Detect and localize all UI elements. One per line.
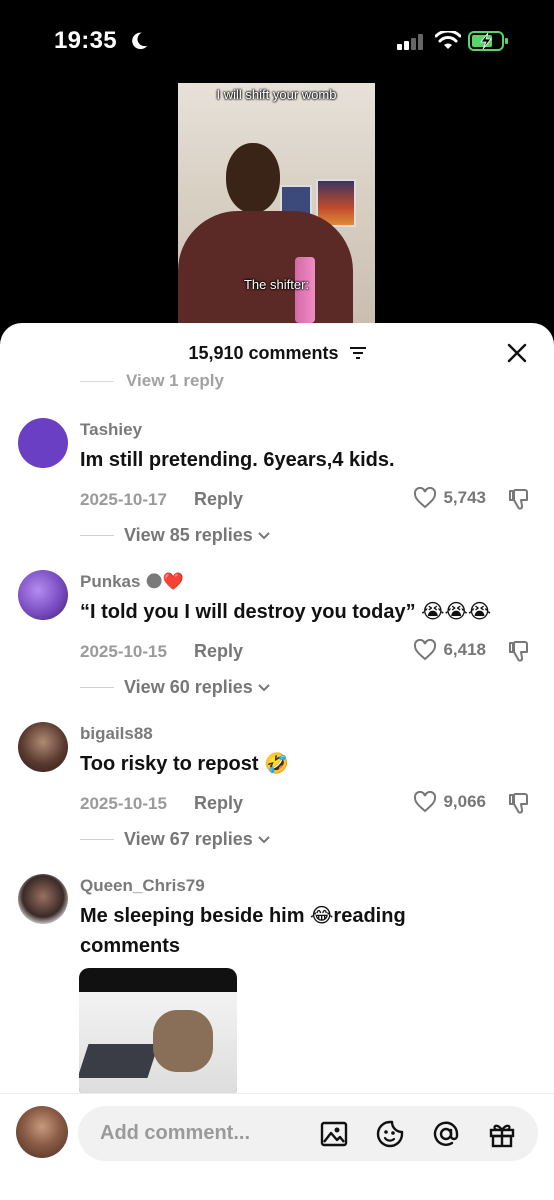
monkey bbox=[153, 1010, 213, 1072]
heart-icon bbox=[414, 791, 437, 813]
like-count: 9,066 bbox=[443, 792, 486, 811]
comment-username[interactable]: Tashiey bbox=[80, 420, 142, 440]
view-replies-label: View 60 replies bbox=[124, 677, 253, 697]
heart-icon bbox=[414, 487, 437, 509]
comment-input-pill[interactable] bbox=[78, 1106, 538, 1161]
view-replies-label: View 67 replies bbox=[124, 829, 253, 849]
video-caption-top: I will shift your womb bbox=[216, 87, 337, 102]
moon-icon bbox=[132, 32, 148, 50]
close-icon[interactable] bbox=[506, 342, 528, 364]
reply-button[interactable]: Reply bbox=[194, 489, 243, 510]
comment-username[interactable]: bigails88 bbox=[80, 724, 153, 744]
signal-icon bbox=[397, 34, 423, 50]
dislike-icon[interactable] bbox=[508, 487, 532, 511]
view-replies-button[interactable]: View 67 replies bbox=[80, 829, 270, 850]
comments-count-label: 15,910 comments bbox=[188, 343, 339, 363]
chevron-down-icon bbox=[258, 835, 270, 843]
comment-username[interactable]: Queen_Chris79 bbox=[80, 876, 205, 896]
image-icon[interactable] bbox=[320, 1120, 348, 1148]
comment-text: Too risky to repost 🤣 bbox=[80, 753, 290, 775]
avatar[interactable] bbox=[18, 874, 68, 924]
avatar[interactable] bbox=[18, 722, 68, 772]
view-replies-label: View 85 replies bbox=[124, 525, 253, 545]
heart-icon bbox=[414, 639, 437, 661]
emoji-icon[interactable] bbox=[376, 1120, 404, 1148]
status-time: 19:35 bbox=[54, 27, 117, 54]
view-replies-button[interactable]: View 85 replies bbox=[80, 525, 270, 546]
comment-text: Me sleeping beside him 😂reading comments bbox=[80, 905, 406, 957]
divider bbox=[80, 381, 114, 383]
avatar[interactable] bbox=[16, 1106, 68, 1158]
comment-date: 2025-10-15 bbox=[80, 794, 167, 813]
divider bbox=[80, 687, 114, 688]
comment-text: Im still pretending. 6years,4 kids. bbox=[80, 449, 395, 471]
laptop bbox=[79, 1044, 159, 1078]
wifi-icon bbox=[435, 31, 461, 49]
avatar[interactable] bbox=[18, 570, 68, 620]
dislike-icon[interactable] bbox=[508, 791, 532, 815]
like-button[interactable]: 9,066 bbox=[413, 791, 486, 813]
like-count: 6,418 bbox=[443, 640, 486, 659]
status-bar: 19:35 bbox=[0, 0, 554, 80]
comment-input-bar bbox=[0, 1093, 554, 1200]
filter-icon[interactable] bbox=[349, 346, 366, 359]
video-caption-mid: The shifter: bbox=[243, 277, 310, 292]
comment-username[interactable]: Punkas 🌑❤️ bbox=[80, 572, 184, 592]
person-hoodie bbox=[178, 211, 353, 328]
like-button[interactable]: 5,743 bbox=[413, 487, 486, 509]
avatar[interactable] bbox=[18, 418, 68, 468]
video-preview[interactable]: I will shift your womb The shifter: bbox=[178, 83, 375, 328]
view-replies-button[interactable]: View 60 replies bbox=[80, 677, 270, 698]
add-comment-input[interactable] bbox=[100, 1106, 310, 1161]
mention-icon[interactable] bbox=[432, 1120, 460, 1148]
view-reply-link-faded[interactable]: View 1 reply bbox=[80, 371, 224, 391]
chevron-down-icon bbox=[258, 531, 270, 539]
reply-button[interactable]: Reply bbox=[194, 641, 243, 662]
comments-sheet: 15,910 comments View 1 reply Tashiey Im … bbox=[0, 323, 554, 1200]
gift-icon[interactable] bbox=[488, 1120, 516, 1148]
battery-icon bbox=[468, 31, 508, 51]
chevron-down-icon bbox=[258, 683, 270, 691]
reply-button[interactable]: Reply bbox=[194, 793, 243, 814]
like-button[interactable]: 6,418 bbox=[413, 639, 486, 661]
comment-text: “I told you I will destroy you today” 😭😭… bbox=[80, 601, 492, 623]
comments-count-title[interactable]: 15,910 comments bbox=[0, 343, 554, 364]
divider bbox=[80, 839, 114, 840]
view-reply-label: View 1 reply bbox=[126, 371, 224, 390]
dislike-icon[interactable] bbox=[508, 639, 532, 663]
comment-date: 2025-10-15 bbox=[80, 642, 167, 661]
like-count: 5,743 bbox=[443, 488, 486, 507]
comment-attached-image[interactable] bbox=[79, 968, 237, 1098]
divider bbox=[80, 535, 114, 536]
person-head bbox=[226, 143, 280, 213]
comment-date: 2025-10-17 bbox=[80, 490, 167, 509]
